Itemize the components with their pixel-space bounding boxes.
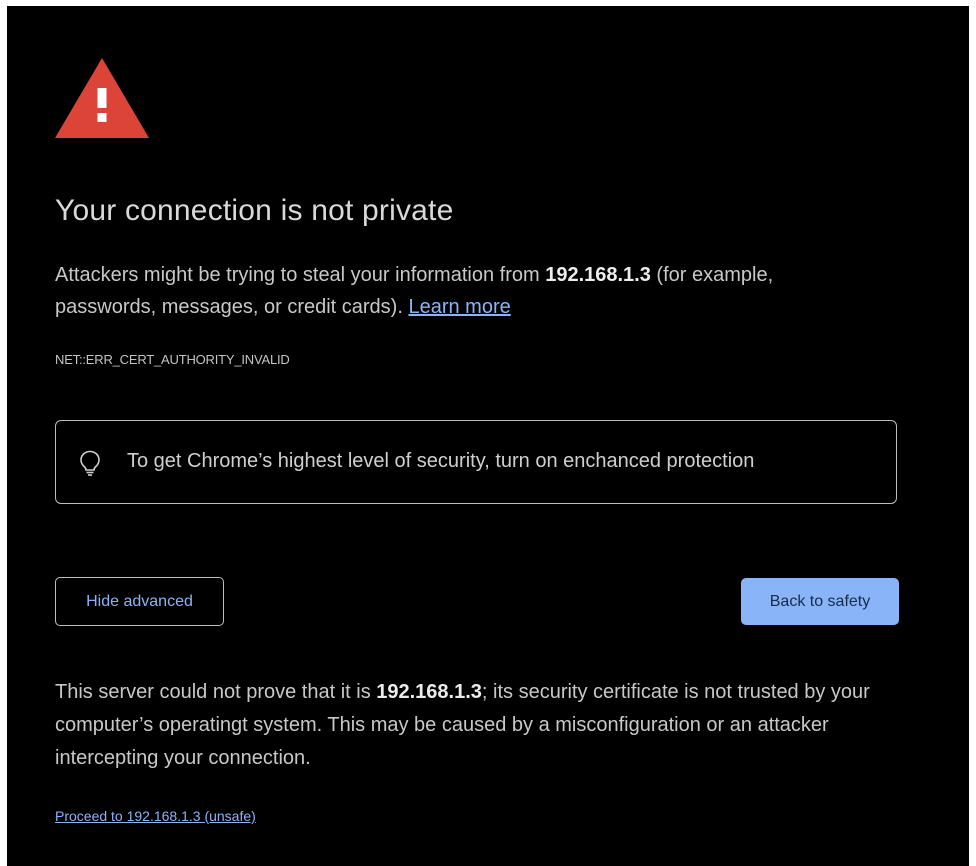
main-message-host: 192.168.1.3 bbox=[545, 264, 651, 286]
lightbulb-icon bbox=[80, 450, 100, 476]
error-code: NET::ERR_CERT_AUTHORITY_INVALID bbox=[55, 352, 290, 367]
details-text-start: This server could not prove that it is bbox=[55, 681, 377, 703]
hide-advanced-button[interactable]: Hide advanced bbox=[55, 577, 224, 626]
main-message: Attackers might be trying to steal your … bbox=[55, 259, 855, 323]
interstitial-page: Your connection is not private Attackers… bbox=[7, 6, 969, 866]
warning-triangle-icon bbox=[55, 58, 149, 138]
details-host: 192.168.1.3 bbox=[376, 681, 482, 703]
enhanced-protection-text: To get Chrome’s highest level of securit… bbox=[127, 450, 755, 472]
proceed-unsafe-link[interactable]: Proceed to 192.168.1.3 (unsafe) bbox=[55, 808, 256, 824]
enhanced-protection-promo[interactable]: To get Chrome’s highest level of securit… bbox=[55, 420, 897, 504]
main-message-text-start: Attackers might be trying to steal your … bbox=[55, 264, 546, 286]
page-title: Your connection is not private bbox=[55, 194, 454, 227]
details-message: This server could not prove that it is 1… bbox=[55, 676, 901, 775]
learn-more-link[interactable]: Learn more bbox=[408, 296, 510, 318]
back-to-safety-button[interactable]: Back to safety bbox=[741, 578, 899, 625]
